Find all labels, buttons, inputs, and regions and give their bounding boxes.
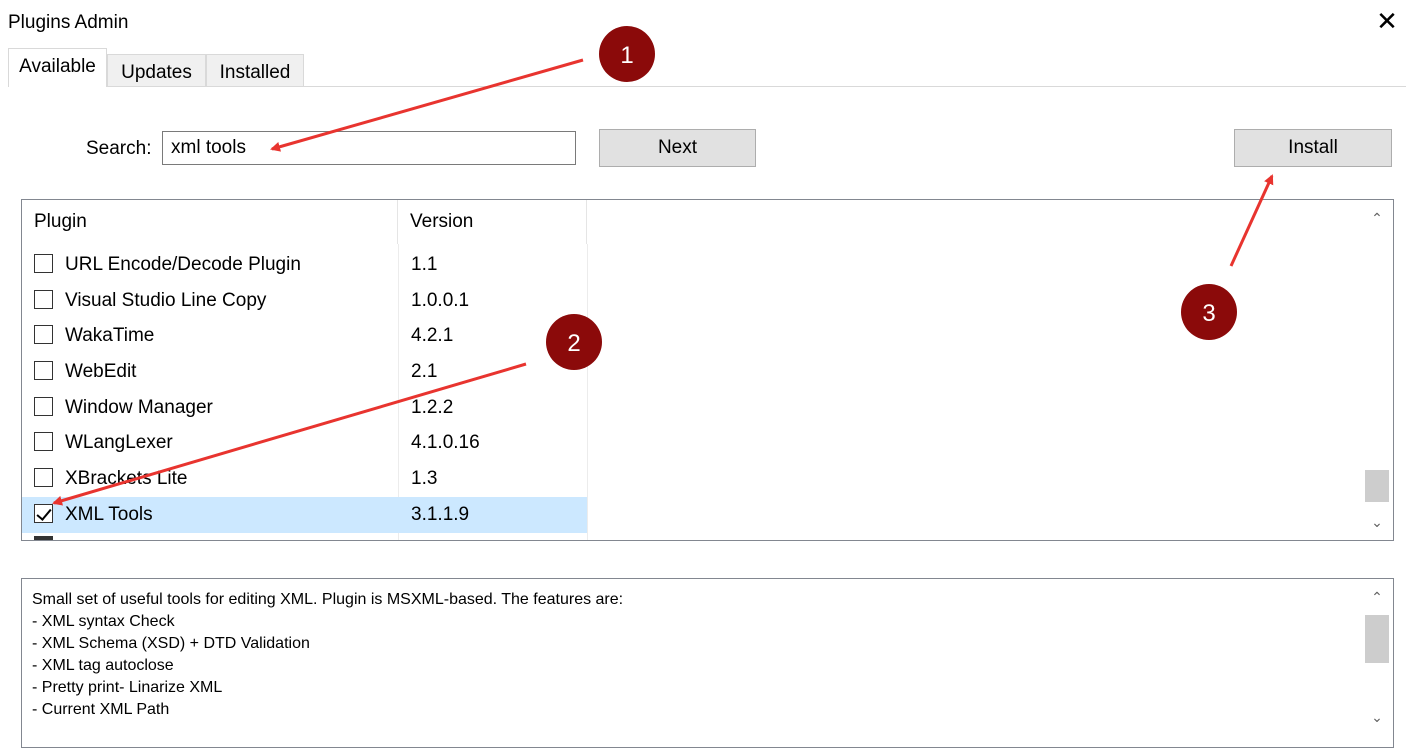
plugin-name: WLangLexer <box>65 432 173 453</box>
plugin-version: 3.1.1.9 <box>411 504 470 525</box>
scrollbar-thumb[interactable] <box>1365 470 1389 502</box>
chevron-down-icon[interactable]: ⌄ <box>1361 703 1393 731</box>
tab-available[interactable]: Available <box>8 48 107 87</box>
plugin-version: 2.1 <box>411 361 438 382</box>
column-header-version[interactable]: Version <box>398 200 587 244</box>
plugin-checkbox[interactable] <box>34 361 53 380</box>
description-line: - XML tag autoclose <box>32 657 174 674</box>
plugin-list-scrollbar[interactable]: ⌃ ⌄ <box>1361 200 1393 540</box>
plugin-row[interactable]: XBrackets Lite 1.3 <box>22 461 587 497</box>
plugin-row[interactable]: WebEdit 2.1 <box>22 354 587 390</box>
plugin-description[interactable]: Small set of useful tools for editing XM… <box>21 578 1394 748</box>
column-header-plugin[interactable]: Plugin <box>22 200 398 244</box>
plugin-row-selected[interactable]: XML Tools 3.1.1.9 <box>22 497 587 533</box>
plugin-checkbox[interactable] <box>34 468 53 487</box>
plugin-name: Window Manager <box>65 397 213 418</box>
description-line: - Current XML Path <box>32 701 170 718</box>
description-line: - Pretty print- Linarize XML <box>32 679 223 696</box>
tab-installed[interactable]: Installed <box>206 54 304 86</box>
plugin-checkbox[interactable] <box>34 397 53 416</box>
plugin-row[interactable]: WLangLexer 4.1.0.16 <box>22 425 587 461</box>
search-label: Search: <box>86 138 152 159</box>
plugin-checkbox[interactable] <box>34 290 53 309</box>
description-scrollbar[interactable]: ⌃ ⌄ <box>1361 579 1393 747</box>
chevron-up-icon[interactable]: ⌃ <box>1361 583 1393 611</box>
description-line: Small set of useful tools for editing XM… <box>32 591 624 608</box>
plugin-name: URL Encode/Decode Plugin <box>65 254 301 275</box>
tab-updates[interactable]: Updates <box>107 54 206 86</box>
plugin-checkbox[interactable] <box>34 432 53 451</box>
annotation-badge-1-number: 1 <box>620 42 633 69</box>
search-input[interactable] <box>162 131 576 165</box>
plugin-row[interactable]: URL Encode/Decode Plugin 1.1 <box>22 247 587 283</box>
scrollbar-thumb[interactable] <box>1365 615 1389 663</box>
plugin-row[interactable]: WakaTime 4.2.1 <box>22 318 587 354</box>
plugin-checkbox[interactable] <box>34 254 53 273</box>
plugin-name: WakaTime <box>65 325 155 346</box>
plugin-row[interactable]: Visual Studio Line Copy 1.0.0.1 <box>22 283 587 319</box>
plugin-version: 1.3 <box>411 468 438 489</box>
plugin-list[interactable]: Plugin Version URL Encode/Decode Plugin … <box>21 199 1394 541</box>
plugin-checkbox-checked[interactable] <box>34 504 53 523</box>
plugin-name: WebEdit <box>65 361 137 382</box>
plugin-row[interactable]: Window Manager 1.2.2 <box>22 390 587 426</box>
description-line: - XML Schema (XSD) + DTD Validation <box>32 635 310 652</box>
tab-strip-divider <box>8 86 1406 87</box>
plugin-name: Visual Studio Line Copy <box>65 290 267 311</box>
plugin-version: 1.1 <box>411 254 438 275</box>
plugin-version: 4.2.1 <box>411 325 454 346</box>
chevron-up-icon[interactable]: ⌃ <box>1361 204 1393 232</box>
close-icon[interactable]: ✕ <box>1372 6 1402 36</box>
next-button[interactable]: Next <box>599 129 756 167</box>
window-title: Plugins Admin <box>8 12 129 33</box>
column-separator <box>587 244 588 540</box>
plugin-checkbox-partial[interactable] <box>34 536 53 540</box>
annotation-badge-1 <box>599 26 655 82</box>
plugin-name: XML Tools <box>65 504 153 525</box>
install-button[interactable]: Install <box>1234 129 1392 167</box>
plugin-name: XBrackets Lite <box>65 468 188 489</box>
plugin-checkbox[interactable] <box>34 325 53 344</box>
description-line: - XML syntax Check <box>32 613 175 630</box>
plugin-version: 4.1.0.16 <box>411 432 480 453</box>
chevron-down-icon[interactable]: ⌄ <box>1361 508 1393 536</box>
description-text: Small set of useful tools for editing XM… <box>32 589 623 721</box>
plugin-version: 1.2.2 <box>411 397 454 418</box>
plugin-version: 1.0.0.1 <box>411 290 470 311</box>
